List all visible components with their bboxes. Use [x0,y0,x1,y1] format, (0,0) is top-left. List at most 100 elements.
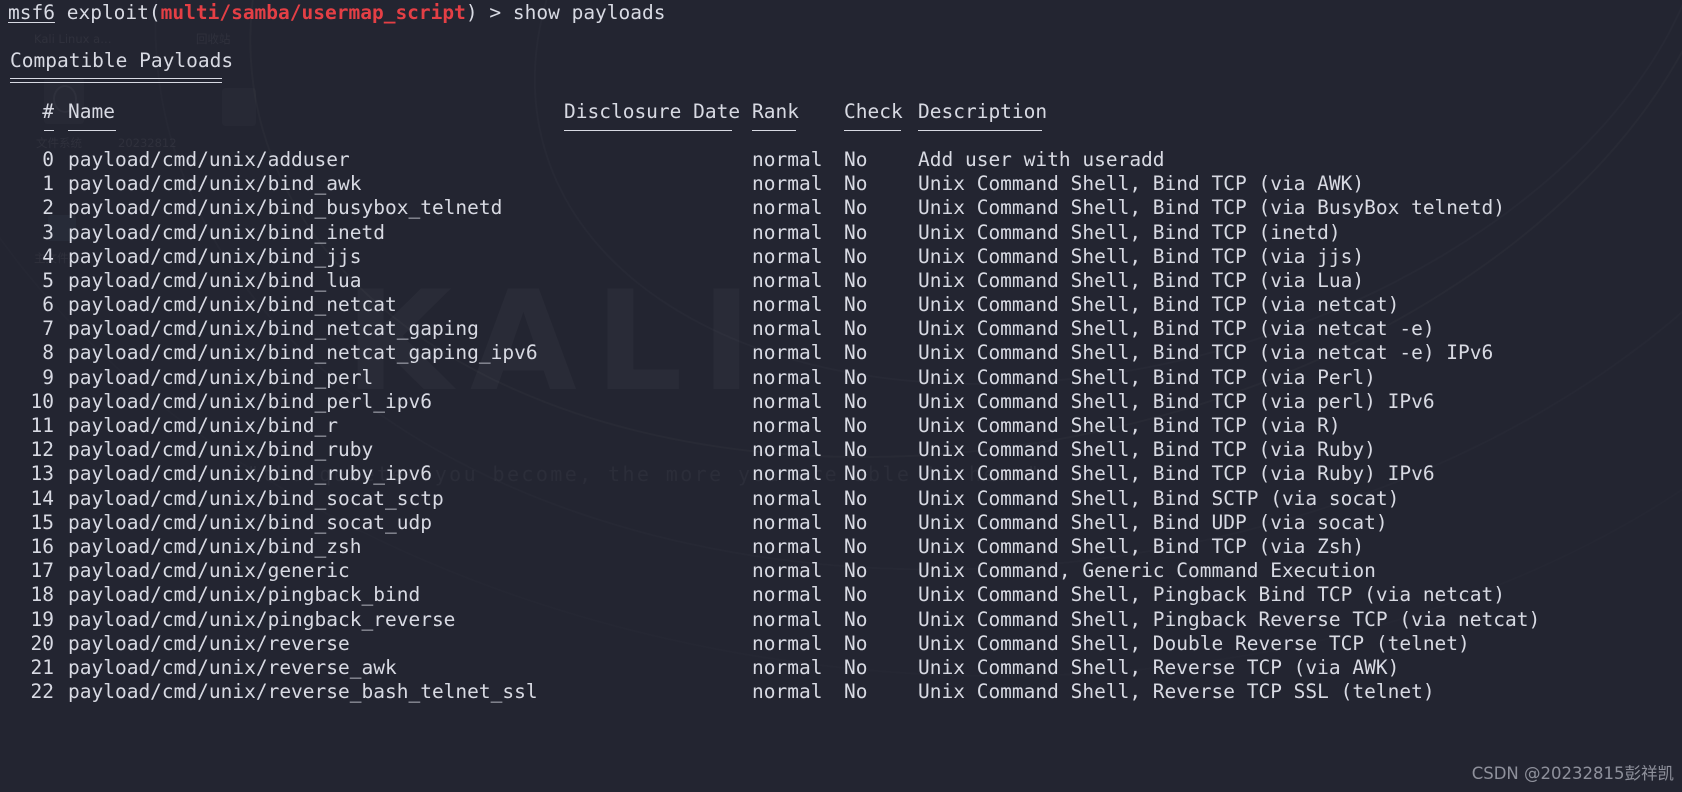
table-header-underline-row [18,124,1682,148]
table-row[interactable]: 2 payload/cmd/unix/bind_busybox_telnetd no… [18,196,1682,220]
terminal-output[interactable]: msf6 exploit(multi/samba/usermap_script)… [0,0,1682,704]
table-row[interactable]: 1 payload/cmd/unix/bind_awk normal No Unix C… [18,172,1682,196]
cell-check: No [844,414,868,437]
cell-check: No [844,631,868,655]
cell-name: payload/cmd/unix/bind_perl [68,365,374,389]
cell-rank: normal [752,244,823,268]
cell-description: Unix Command Shell, Bind TCP (inetd) [918,220,1341,244]
cell-rank: normal [752,172,823,196]
table-row[interactable]: 4 payload/cmd/unix/bind_jjs normal No Unix C… [18,245,1682,269]
cell-check: No [844,268,868,292]
cell-rank: normal [752,147,823,171]
cell-description: Unix Command Shell, Reverse TCP SSL (tel… [918,680,1435,704]
table-row[interactable]: 19 payload/cmd/unix/pingback_reverse norma… [18,608,1682,632]
cell-name: payload/cmd/unix/bind_netcat_gaping_ipv6 [68,341,538,365]
underline-index [18,124,54,148]
prompt-separator: > [477,1,513,24]
cell-description: Unix Command Shell, Bind UDP (via socat) [918,510,1388,534]
table-row[interactable]: 8 payload/cmd/unix/bind_netcat_gaping_ipv… [18,341,1682,365]
cell-name: payload/cmd/unix/bind_netcat_gaping [68,317,479,341]
cell-description: Unix Command Shell, Bind TCP (via AWK) [918,172,1365,196]
terminal-window[interactable]: KALI "the quieter you become, the more y… [0,0,1682,792]
table-row[interactable]: 16 payload/cmd/unix/bind_zsh normal No Unix … [18,535,1682,559]
table-row[interactable]: 20 payload/cmd/unix/reverse normal No Unix C… [18,632,1682,656]
table-row[interactable]: 0 payload/cmd/unix/adduser normal No Add use… [18,148,1682,172]
cell-check: No [844,486,868,510]
cell-rank: normal [752,559,823,583]
cell-check: No [844,196,868,220]
cell-name: payload/cmd/unix/bind_inetd [68,220,385,244]
cell-index: 4 [42,244,54,268]
section-title-rule [10,77,222,86]
cell-rank: normal [752,486,823,510]
cell-name: payload/cmd/unix/bind_ruby_ipv6 [68,462,432,486]
table-row[interactable]: 5 payload/cmd/unix/bind_lua normal No Unix C… [18,269,1682,293]
cell-rank: normal [752,414,823,437]
table-row[interactable]: 12 payload/cmd/unix/bind_ruby normal No Unix… [18,438,1682,462]
cell-name: payload/cmd/unix/bind_socat_sctp [68,486,444,510]
cell-description: Unix Command Shell, Bind TCP (via netcat… [918,293,1400,317]
cell-check: No [844,147,868,171]
table-row[interactable]: 21 payload/cmd/unix/reverse_awk normal No Un… [18,656,1682,680]
table-row[interactable]: 17 payload/cmd/unix/generic normal No Unix C… [18,559,1682,583]
table-row[interactable]: 11 payload/cmd/unix/bind_r normal No Unix Co… [18,414,1682,438]
cell-description: Unix Command Shell, Bind TCP (via Lua) [918,268,1365,292]
cell-rank: normal [752,534,823,558]
cell-name: payload/cmd/unix/bind_lua [68,268,362,292]
cell-description: Unix Command Shell, Bind TCP (via Ruby) … [918,462,1435,486]
table-row[interactable]: 10 payload/cmd/unix/bind_perl_ipv6 normal N… [18,390,1682,414]
table-row[interactable]: 22 payload/cmd/unix/reverse_bash_telnet_s… [18,680,1682,704]
cell-rank: normal [752,438,823,462]
cell-index: 1 [42,172,54,196]
cell-index: 3 [42,220,54,244]
table-row[interactable]: 7 payload/cmd/unix/bind_netcat_gaping norm… [18,317,1682,341]
cell-name: payload/cmd/unix/bind_zsh [68,534,362,558]
table-row[interactable]: 13 payload/cmd/unix/bind_ruby_ipv6 normal N… [18,462,1682,486]
cell-index: 2 [42,196,54,220]
cell-name: payload/cmd/unix/adduser [68,147,350,171]
cell-description: Unix Command Shell, Bind TCP (via Ruby) [918,438,1376,462]
table-row[interactable]: 9 payload/cmd/unix/bind_perl normal No Unix … [18,366,1682,390]
cell-index: 16 [30,534,54,558]
cell-check: No [844,317,868,341]
cell-name: payload/cmd/unix/bind_busybox_telnetd [68,196,503,220]
table-row[interactable]: 6 payload/cmd/unix/bind_netcat normal No Uni… [18,293,1682,317]
cell-check: No [844,220,868,244]
cell-description: Unix Command Shell, Bind TCP (via BusyBo… [918,196,1505,220]
header-index: # [42,99,54,123]
cell-check: No [844,655,868,679]
cell-index: 11 [30,414,54,437]
cell-description: Unix Command Shell, Bind TCP (via Perl) [918,365,1376,389]
cell-name: payload/cmd/unix/reverse [68,631,350,655]
cell-check: No [844,341,868,365]
cell-check: No [844,438,868,462]
cell-check: No [844,607,868,631]
cell-rank: normal [752,655,823,679]
cell-description: Unix Command Shell, Bind TCP (via netcat… [918,341,1494,365]
cell-description: Unix Command Shell, Double Reverse TCP (… [918,631,1470,655]
cell-rank: normal [752,583,823,607]
cell-index: 15 [30,510,54,534]
cell-name: payload/cmd/unix/bind_awk [68,172,362,196]
command-prompt-line: msf6 exploit(multi/samba/usermap_script)… [8,0,1682,25]
table-body: 0 payload/cmd/unix/adduser normal No Add use… [18,148,1682,704]
cell-check: No [844,293,868,317]
close-paren: ) [465,1,478,24]
cell-check: No [844,680,868,704]
table-row[interactable]: 14 payload/cmd/unix/bind_socat_sctp normal… [18,487,1682,511]
cell-rank: normal [752,293,823,317]
cell-name: payload/cmd/unix/reverse_awk [68,655,397,679]
table-row[interactable]: 3 payload/cmd/unix/bind_inetd normal No Unix… [18,221,1682,245]
underline-rank [752,124,844,148]
cell-rank: normal [752,631,823,655]
cell-check: No [844,244,868,268]
table-row[interactable]: 18 payload/cmd/unix/pingback_bind normal No… [18,583,1682,607]
cell-check: No [844,510,868,534]
cell-check: No [844,389,868,413]
cell-index: 9 [42,365,54,389]
cell-name: payload/cmd/unix/bind_perl_ipv6 [68,389,432,413]
cell-name: payload/cmd/unix/generic [68,559,350,583]
table-row[interactable]: 15 payload/cmd/unix/bind_socat_udp normal N… [18,511,1682,535]
cell-name: payload/cmd/unix/bind_ruby [68,438,374,462]
header-description: Description [918,99,1048,123]
